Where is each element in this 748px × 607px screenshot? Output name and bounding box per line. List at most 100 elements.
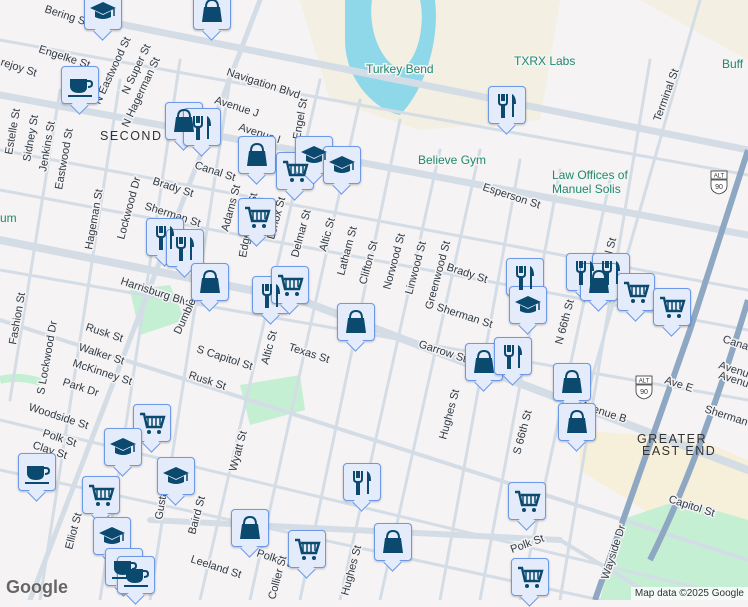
education-icon	[163, 467, 189, 484]
shopping-marker[interactable]	[465, 343, 503, 381]
grocery-marker[interactable]	[617, 273, 655, 311]
cafe-icon	[25, 466, 51, 484]
street-label: Park Dr	[61, 376, 100, 399]
shopping-marker[interactable]	[580, 263, 618, 301]
landuse-area	[640, 0, 748, 60]
restaurant-icon	[193, 116, 211, 140]
shopping-marker[interactable]	[193, 0, 231, 30]
google-logo: Google	[6, 577, 69, 598]
education-icon	[329, 156, 355, 173]
restaurant-marker[interactable]	[166, 229, 204, 267]
poi-label[interactable]: Buff	[721, 56, 746, 73]
restaurant-icon	[504, 345, 522, 369]
education-marker[interactable]	[323, 146, 361, 184]
education-marker[interactable]	[93, 517, 131, 555]
shopping-marker[interactable]	[238, 136, 276, 174]
restaurant-icon	[353, 471, 371, 495]
education-icon	[99, 527, 125, 544]
street-label: Sidney St	[21, 114, 41, 162]
street-label: S Capitol St	[195, 343, 254, 372]
street-label: Linwood St	[403, 240, 429, 296]
cafe-marker[interactable]	[117, 556, 155, 594]
cafe-icon	[68, 79, 94, 97]
cafe-marker[interactable]	[61, 66, 99, 104]
grocery-marker[interactable]	[271, 266, 309, 304]
street-label: N 66th St	[553, 298, 576, 345]
street-label: Canal St	[721, 333, 748, 357]
grocery-icon	[278, 274, 304, 296]
restaurant-marker[interactable]	[494, 337, 532, 375]
grocery-icon	[89, 484, 115, 506]
restaurant-marker[interactable]	[343, 463, 381, 501]
shopping-marker[interactable]	[553, 363, 591, 401]
street-label: Jenkins St	[37, 120, 58, 172]
education-marker[interactable]	[157, 457, 195, 495]
street-label: Texas St	[287, 341, 331, 365]
street-label: Hughes St	[339, 544, 364, 597]
street-label: Hageman St	[83, 188, 105, 250]
shopping-marker[interactable]	[231, 509, 269, 547]
street-label: Wyatt St	[227, 430, 249, 473]
education-icon	[515, 296, 541, 313]
education-icon	[110, 438, 136, 455]
grocery-marker[interactable]	[133, 404, 171, 442]
grocery-marker[interactable]	[508, 482, 546, 520]
grocery-marker[interactable]	[288, 530, 326, 568]
grocery-marker[interactable]	[82, 476, 120, 514]
grocery-icon	[140, 412, 166, 434]
shopping-icon	[567, 409, 587, 433]
shopping-icon	[383, 529, 403, 553]
shopping-marker[interactable]	[374, 523, 412, 561]
street-label: Lockwood Dr	[115, 175, 143, 240]
shopping-marker[interactable]	[191, 263, 229, 301]
grocery-icon	[245, 206, 271, 228]
street-label: Latham St	[335, 225, 360, 277]
education-marker[interactable]	[104, 428, 142, 466]
street-label: Delmar St	[289, 208, 313, 258]
road	[0, 91, 748, 239]
poi-label[interactable]: Law Offices of	[551, 167, 630, 184]
shopping-icon	[202, 0, 222, 22]
street-label: Elliot St	[63, 512, 84, 551]
neighborhood-label: EAST END	[642, 444, 716, 458]
education-marker[interactable]	[509, 286, 547, 324]
street-label: rejoy St	[0, 56, 38, 79]
shopping-icon	[589, 269, 609, 293]
education-marker[interactable]	[84, 0, 122, 30]
shopping-icon	[474, 349, 494, 373]
restaurant-icon	[516, 266, 534, 290]
grocery-marker[interactable]	[653, 288, 691, 326]
education-icon	[301, 146, 327, 163]
cafe-marker[interactable]	[18, 453, 56, 491]
street-label: Altic St	[317, 217, 337, 253]
restaurant-icon	[498, 94, 516, 118]
poi-label[interactable]: TXRX Labs	[513, 53, 577, 70]
grocery-marker[interactable]	[511, 558, 549, 596]
highway-shield: ALT 90	[710, 170, 728, 195]
grocery-marker[interactable]	[238, 198, 276, 236]
highway-shield: ALT 90	[635, 375, 653, 400]
shopping-icon	[200, 269, 220, 293]
grocery-icon	[518, 566, 544, 588]
poi-label[interactable]: Turkey Bend	[365, 61, 436, 78]
map-attribution[interactable]: Map data ©2025 Google	[630, 587, 748, 600]
restaurant-marker[interactable]	[488, 86, 526, 124]
svg-text:90: 90	[715, 184, 723, 191]
grocery-icon	[624, 281, 650, 303]
poi-label[interactable]: Manuel Solis	[551, 181, 623, 198]
cafe-icon	[124, 569, 150, 587]
street-label: Bering St	[43, 3, 90, 28]
restaurant-marker[interactable]	[183, 108, 221, 146]
shopping-icon	[247, 142, 267, 166]
poi-label[interactable]: um	[0, 210, 18, 227]
svg-text:90: 90	[640, 389, 648, 396]
street-label: Garrow St	[417, 338, 468, 365]
street-label: Rusk St	[187, 369, 227, 392]
poi-label[interactable]: Believe Gym	[417, 152, 488, 169]
shopping-marker[interactable]	[337, 303, 375, 341]
shopping-marker[interactable]	[558, 403, 596, 441]
street-label: Estelle St	[3, 108, 23, 156]
shopping-icon	[240, 515, 260, 539]
grocery-icon	[295, 538, 321, 560]
street-label: Rusk St	[84, 321, 124, 344]
